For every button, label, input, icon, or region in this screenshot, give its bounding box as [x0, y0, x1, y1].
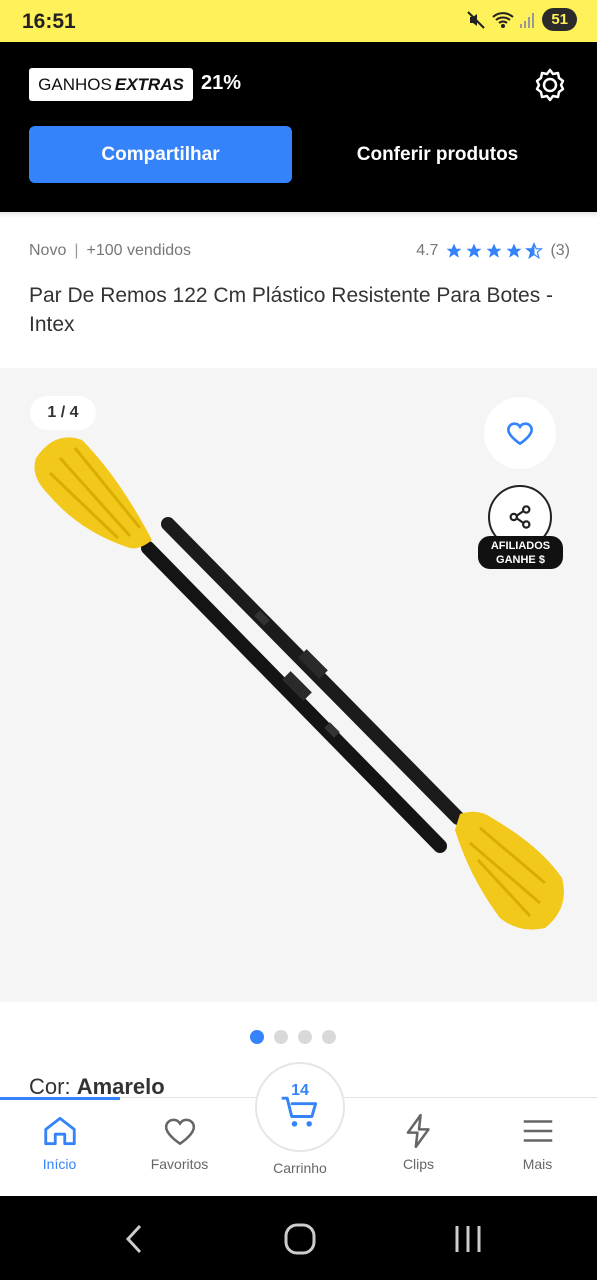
nav-favoritos[interactable]: Favoritos — [120, 1112, 239, 1172]
lightning-icon — [406, 1113, 430, 1149]
ganhos-extras-badge: GANHOS EXTRAS — [29, 68, 193, 101]
nav-carrinho-label: Carrinho — [273, 1160, 327, 1176]
nav-active-indicator — [0, 1097, 120, 1100]
menu-icon — [523, 1120, 552, 1142]
back-icon[interactable] — [120, 1222, 150, 1256]
condition-label: Novo — [29, 242, 67, 259]
nav-favoritos-label: Favoritos — [150, 1156, 209, 1172]
cart-count: 14 — [291, 1082, 309, 1099]
nav-clips[interactable]: Clips — [359, 1112, 478, 1172]
star-icon — [446, 243, 462, 258]
rating-count: (3) — [550, 242, 570, 259]
share-icon — [509, 505, 531, 529]
commission-percent: 21% — [201, 72, 242, 94]
star-icon — [486, 243, 502, 258]
meta-separator: | — [74, 242, 79, 259]
check-products-button[interactable]: Conferir produtos — [330, 126, 545, 183]
image-counter: 1 / 4 — [30, 396, 96, 430]
divider — [0, 212, 597, 218]
affiliate-label: AFILIADOS GANHE $ — [478, 536, 563, 569]
rating-stars — [445, 242, 544, 260]
battery-indicator: 51 — [542, 8, 577, 31]
status-icons: 51 — [466, 8, 577, 31]
product-meta: Novo | +100 vendidos — [29, 242, 191, 260]
star-icon — [466, 243, 482, 258]
color-label: Cor: — [29, 1074, 71, 1099]
star-half-icon — [525, 242, 544, 260]
color-value: Amarelo — [76, 1074, 165, 1099]
pagination-dot[interactable] — [322, 1030, 336, 1044]
badge-suffix: EXTRAS — [114, 74, 184, 94]
rating-value: 4.7 — [416, 242, 439, 259]
nav-inicio-label: Início — [42, 1156, 77, 1172]
status-time: 16:51 — [22, 10, 76, 33]
gear-icon[interactable] — [531, 66, 569, 104]
home-icon — [43, 1116, 76, 1146]
badge-prefix: GANHOS — [38, 74, 112, 94]
rating[interactable]: 4.7 (3) — [416, 242, 570, 260]
affiliate-line1: AFILIADOS — [490, 539, 551, 552]
nav-inicio[interactable]: Início — [0, 1112, 119, 1172]
favorite-button[interactable] — [484, 397, 556, 469]
nav-mais[interactable]: Mais — [478, 1112, 597, 1172]
wifi-icon — [492, 11, 514, 28]
pagination-dot[interactable] — [298, 1030, 312, 1044]
gallery-pagination[interactable] — [250, 1030, 336, 1044]
star-icon — [506, 243, 522, 258]
nav-mais-label: Mais — [522, 1156, 553, 1172]
heart-icon — [507, 422, 533, 446]
recents-icon[interactable] — [452, 1222, 484, 1256]
signal-icon — [520, 12, 535, 28]
share-button[interactable]: Compartilhar — [29, 126, 292, 183]
heart-icon — [164, 1118, 195, 1146]
home-button-icon[interactable] — [282, 1222, 318, 1256]
pagination-dot-active[interactable] — [250, 1030, 264, 1044]
affiliate-line2: GANHE $ — [496, 553, 545, 566]
pagination-dot[interactable] — [274, 1030, 288, 1044]
mute-icon — [467, 10, 486, 29]
product-title: Par De Remos 122 Cm Plástico Resistente … — [29, 284, 554, 336]
nav-carrinho[interactable]: 14 — [255, 1062, 345, 1152]
nav-clips-label: Clips — [402, 1156, 435, 1172]
sold-label: +100 vendidos — [86, 242, 192, 259]
